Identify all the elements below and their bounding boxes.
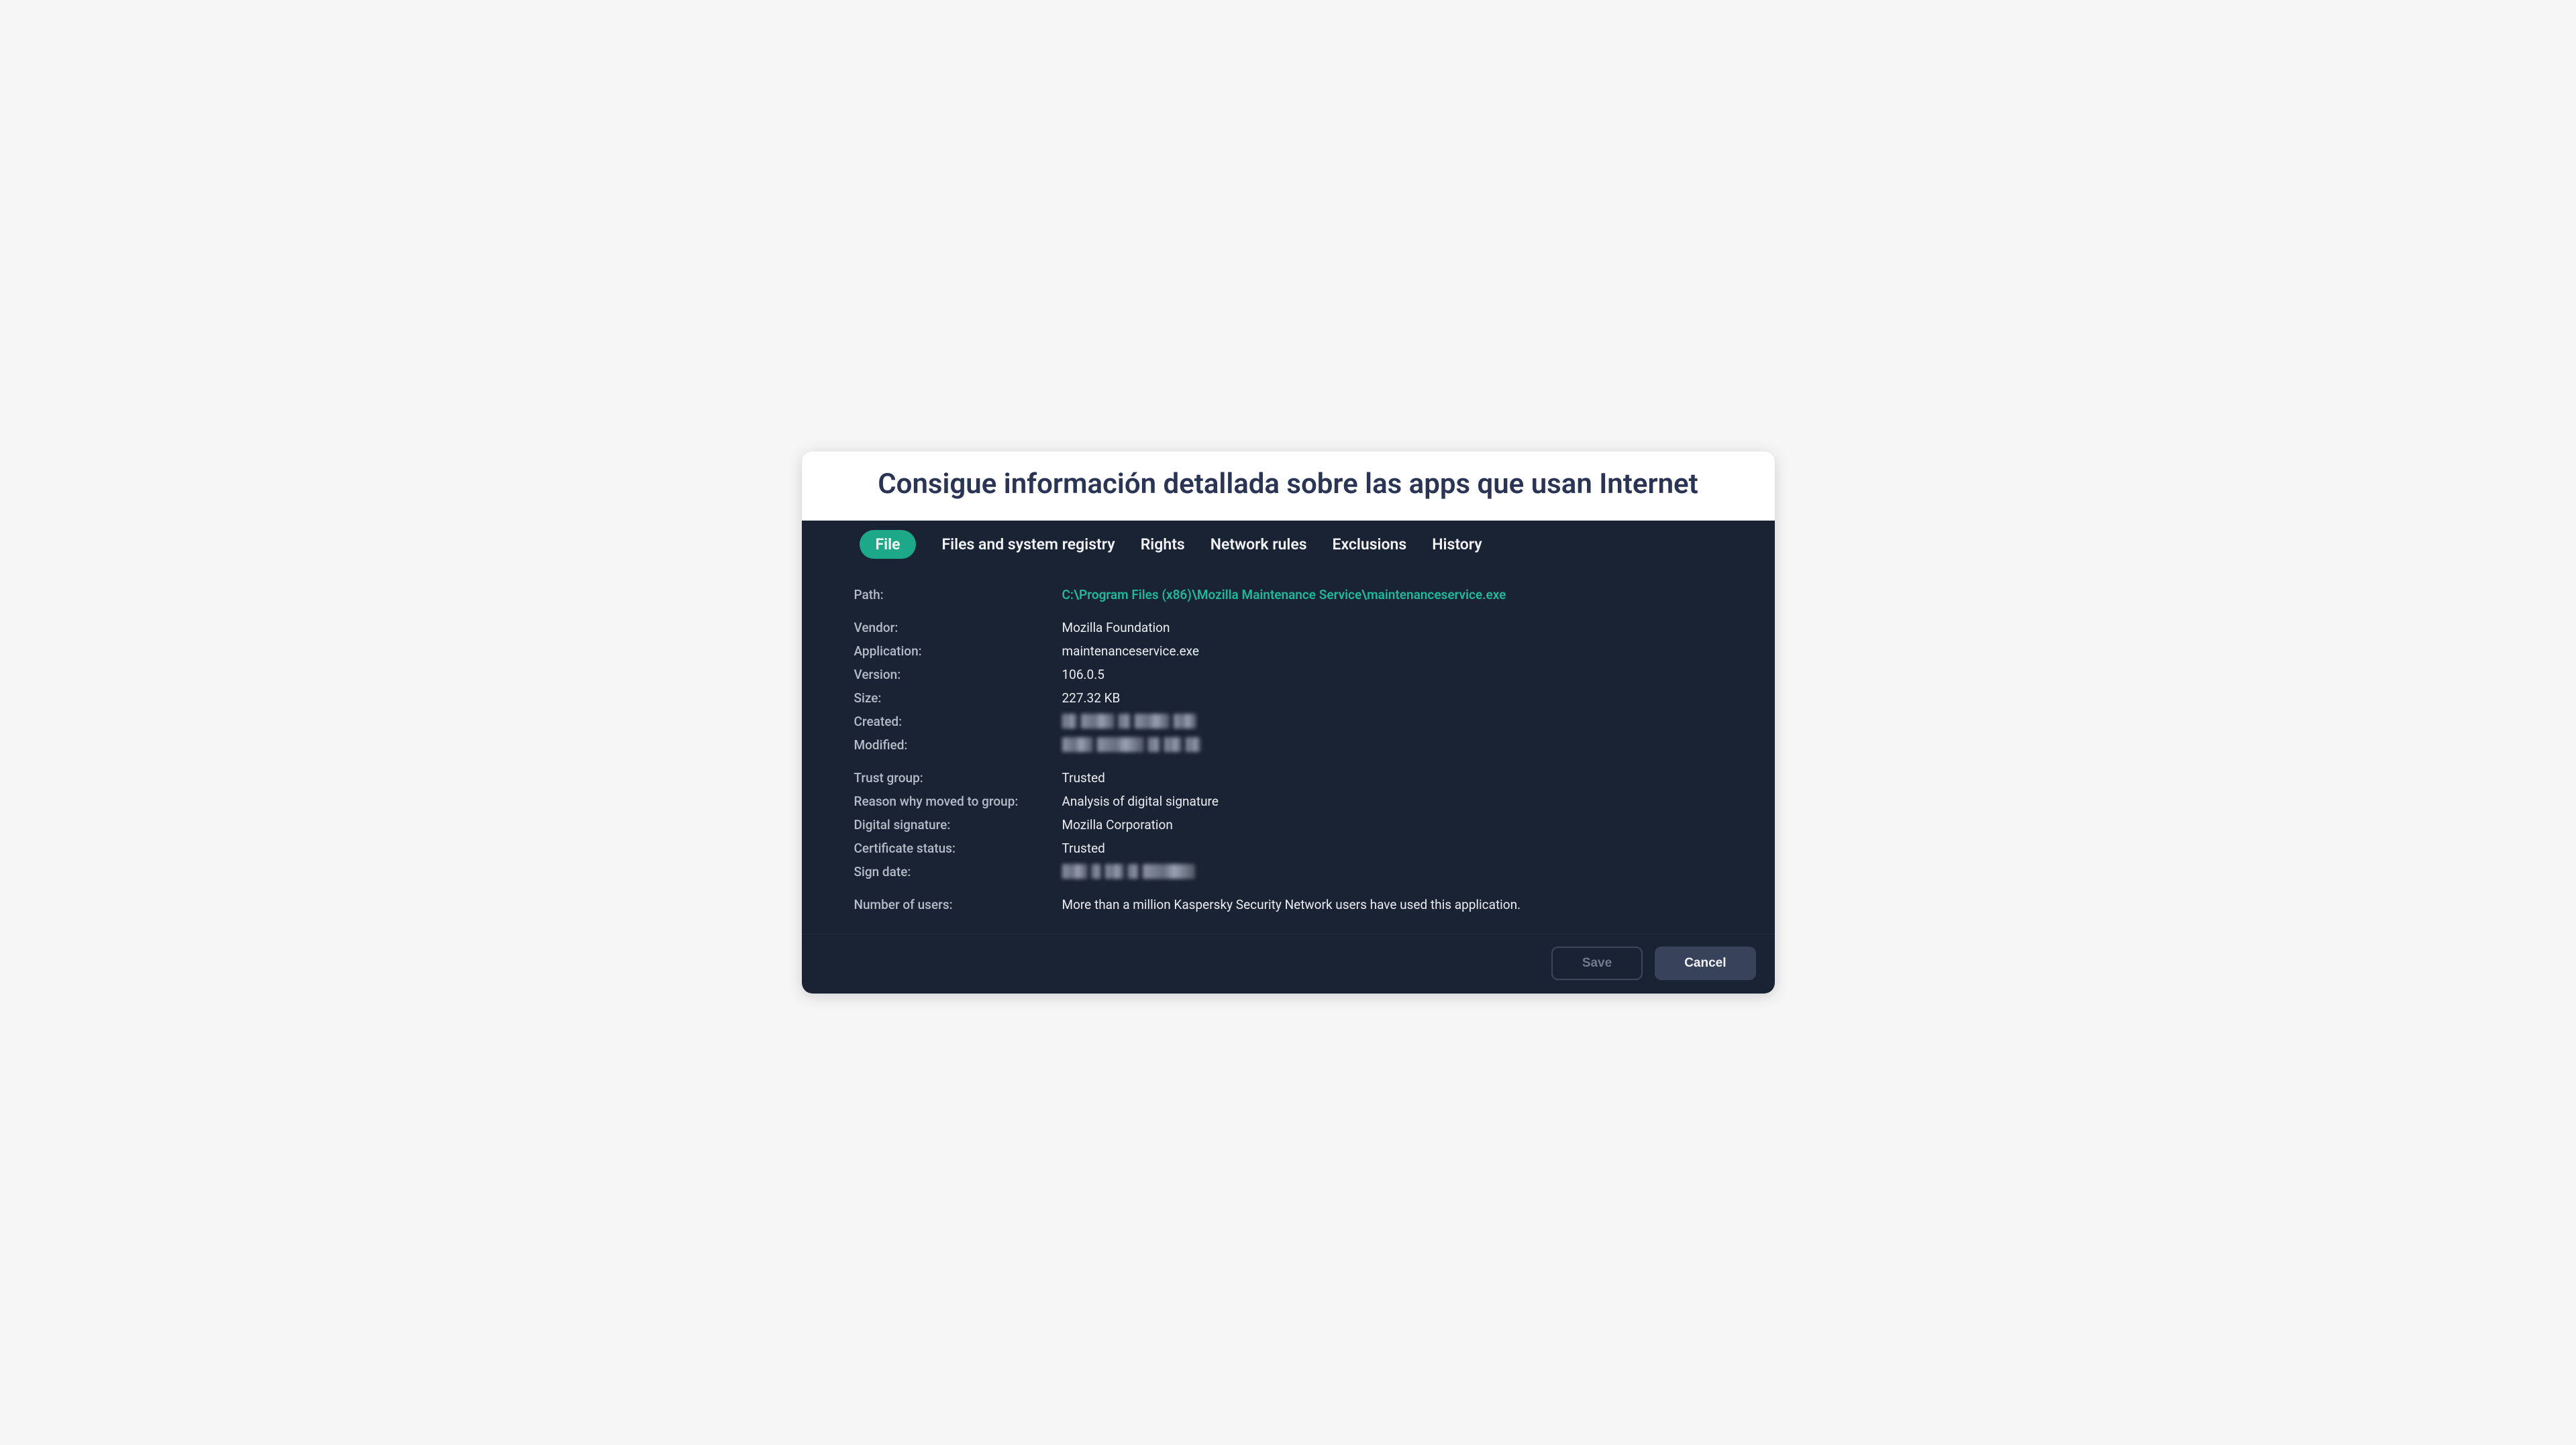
created-value [1062, 714, 1196, 729]
vendor-label: Vendor: [854, 620, 1062, 635]
digital-signature-value: Mozilla Corporation [1062, 817, 1173, 833]
path-value[interactable]: C:\Program Files (x86)\Mozilla Maintenan… [1062, 587, 1506, 602]
trust-group-label: Trust group: [854, 770, 1062, 786]
page-title: Consigue información detallada sobre las… [829, 466, 1748, 503]
tab-rights[interactable]: Rights [1141, 530, 1185, 559]
certificate-status-value: Trusted [1062, 841, 1105, 856]
cancel-button[interactable]: Cancel [1655, 947, 1755, 980]
path-label: Path: [854, 587, 1062, 602]
size-label: Size: [854, 690, 1062, 706]
created-label: Created: [854, 714, 1062, 729]
application-label: Application: [854, 643, 1062, 659]
sign-date-value [1062, 864, 1195, 879]
sign-date-label: Sign date: [854, 864, 1062, 879]
footer-actions: Save Cancel [802, 934, 1775, 994]
app-info-window: Consigue información detallada sobre las… [802, 451, 1775, 994]
certificate-status-label: Certificate status: [854, 841, 1062, 856]
version-value: 106.0.5 [1062, 667, 1104, 682]
tab-network-rules[interactable]: Network rules [1210, 530, 1307, 559]
tab-exclusions[interactable]: Exclusions [1333, 530, 1407, 559]
dark-panel: File Files and system registry Rights Ne… [802, 521, 1775, 994]
modified-value [1062, 737, 1200, 752]
header: Consigue información detallada sobre las… [802, 451, 1775, 521]
num-users-value: More than a million Kaspersky Security N… [1062, 897, 1521, 912]
application-value: maintenanceservice.exe [1062, 643, 1199, 659]
save-button[interactable]: Save [1551, 947, 1643, 980]
digital-signature-label: Digital signature: [854, 817, 1062, 833]
trust-group-value: Trusted [1062, 770, 1105, 786]
modified-label: Modified: [854, 737, 1062, 753]
vendor-value: Mozilla Foundation [1062, 620, 1170, 635]
tab-history[interactable]: History [1432, 530, 1482, 559]
version-label: Version: [854, 667, 1062, 682]
file-details: Path: C:\Program Files (x86)\Mozilla Mai… [802, 568, 1775, 934]
tabs-bar: File Files and system registry Rights Ne… [802, 521, 1775, 568]
reason-value: Analysis of digital signature [1062, 794, 1219, 809]
tab-file[interactable]: File [860, 530, 917, 559]
size-value: 227.32 KB [1062, 690, 1121, 706]
reason-label: Reason why moved to group: [854, 794, 1062, 809]
tab-files-registry[interactable]: Files and system registry [941, 530, 1115, 559]
num-users-label: Number of users: [854, 897, 1062, 912]
